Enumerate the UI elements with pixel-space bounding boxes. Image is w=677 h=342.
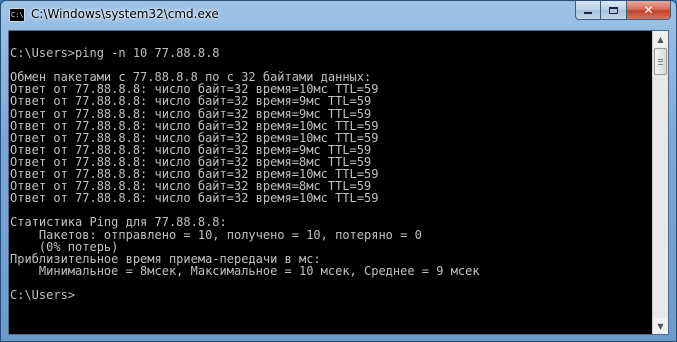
close-icon: ✕: [643, 3, 654, 17]
close-button[interactable]: ✕: [627, 1, 671, 20]
console-output[interactable]: C:\Users>ping -n 10 77.88.8.8 Обмен паке…: [9, 31, 652, 334]
window-title: C:\Windows\system32\cmd.exe: [31, 7, 219, 21]
scrollbar-thumb[interactable]: [654, 48, 667, 75]
console-line: C:\Users>: [10, 287, 76, 302]
console-line: C:\Users>ping -n 10 77.88.8.8: [10, 46, 220, 61]
console-client-area: C:\Users>ping -n 10 77.88.8.8 Обмен паке…: [8, 30, 669, 335]
caption-buttons: ✕: [575, 1, 671, 21]
console-line: Минимальное = 8мсек, Максимальное = 10 м…: [10, 263, 480, 278]
maximize-icon: [609, 6, 618, 14]
console-text: C:\Users>ping -n 10 77.88.8.8 Обмен паке…: [9, 31, 652, 301]
scroll-down-arrow-icon[interactable]: ▼: [653, 318, 668, 334]
title-bar[interactable]: C:\ C:\Windows\system32\cmd.exe ✕: [1, 1, 676, 30]
cmd-app-icon[interactable]: C:\: [9, 8, 25, 22]
console-line: Ответ от 77.88.8.8: число байт=32 время=…: [10, 191, 379, 206]
cmd-window: C:\ C:\Windows\system32\cmd.exe ✕ C:\Use…: [0, 0, 677, 342]
scroll-up-arrow-icon[interactable]: ▲: [653, 31, 668, 47]
vertical-scrollbar[interactable]: ▲ ▼: [652, 31, 668, 334]
minimize-icon: [584, 12, 592, 14]
grip-icon: [658, 58, 663, 65]
maximize-button[interactable]: [601, 1, 627, 20]
minimize-button[interactable]: [575, 1, 601, 20]
